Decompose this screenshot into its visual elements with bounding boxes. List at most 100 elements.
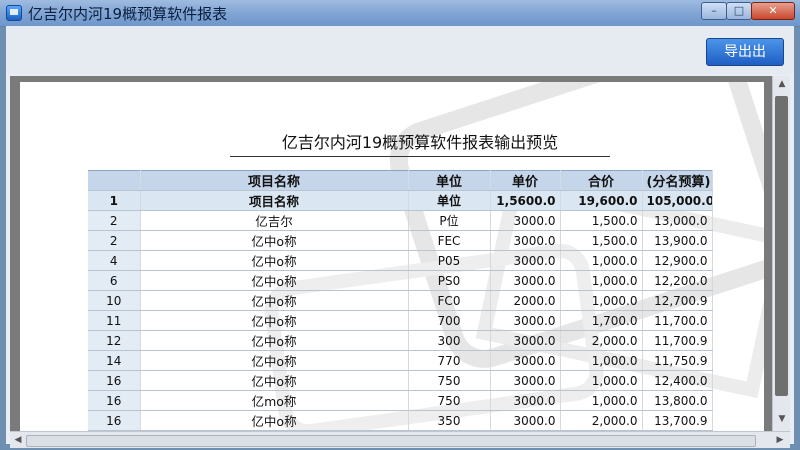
app-icon bbox=[6, 5, 22, 21]
cell-unit-price: 1,5600.0 bbox=[490, 190, 561, 211]
scroll-up-icon[interactable]: ▲ bbox=[776, 79, 788, 91]
cell-budget: 12,700.9 bbox=[642, 290, 713, 311]
header-budget: (分名预算) bbox=[642, 170, 713, 191]
table-row: 11 亿中o称 700 3000.0 1,700.0 11,700.0 bbox=[88, 310, 713, 331]
scroll-left-icon[interactable]: ◀ bbox=[12, 433, 24, 447]
cell-total-price: 1,700.0 bbox=[560, 310, 643, 331]
minimize-button[interactable]: – bbox=[701, 2, 727, 20]
cell-unit-price: 3000.0 bbox=[490, 250, 561, 271]
cell-unit: 750 bbox=[407, 370, 491, 391]
cell-total-price: 1,000.0 bbox=[560, 250, 643, 271]
table-row: 4 亿中o称 P05 3000.0 1,000.0 12,900.0 bbox=[88, 250, 713, 271]
table-row: 16 亿中o称 350 3000.0 2,000.0 13,700.9 bbox=[88, 410, 713, 431]
table-row: 2 亿中o称 FEC 3000.0 1,500.0 13,900.0 bbox=[88, 230, 713, 251]
cell-unit: 300 bbox=[407, 330, 491, 351]
cell-total-price: 1,000.0 bbox=[560, 390, 643, 411]
close-button[interactable]: ✕ bbox=[751, 2, 795, 20]
cell-budget: 12,900.0 bbox=[642, 250, 713, 271]
cell-budget: 13,700.9 bbox=[642, 410, 713, 431]
cell-item-name: 亿中o称 bbox=[140, 310, 409, 331]
cell-unit-price: 3000.0 bbox=[490, 410, 561, 431]
cell-budget: 11,700.9 bbox=[642, 330, 713, 351]
vertical-scrollbar[interactable]: ▲ ▼ bbox=[772, 76, 790, 431]
cell-unit: FEC bbox=[407, 230, 491, 251]
window-client-area: 导出出 亿吉尔内河19概预算软件报表输出预览 项目名称 单位 单价 合价 (分名… bbox=[6, 26, 794, 448]
export-button[interactable]: 导出出 bbox=[706, 38, 784, 66]
cell-unit-price: 3000.0 bbox=[490, 390, 561, 411]
cell-budget: 13,800.0 bbox=[642, 390, 713, 411]
cell-item-name: 亿中o称 bbox=[140, 330, 409, 351]
horizontal-scroll-thumb[interactable] bbox=[26, 435, 756, 447]
report-preview-viewer[interactable]: 亿吉尔内河19概预算软件报表输出预览 项目名称 单位 单价 合价 (分名预算) bbox=[10, 76, 790, 431]
cell-unit: PS0 bbox=[407, 270, 491, 291]
cell-total-price: 2,000.0 bbox=[560, 330, 643, 351]
cell-budget: 105,000.0 bbox=[642, 190, 713, 211]
cell-unit: 770 bbox=[407, 350, 491, 371]
scroll-down-icon[interactable]: ▼ bbox=[776, 414, 788, 426]
table-row: 1 项目名称 单位 1,5600.0 19,600.0 105,000.0 bbox=[88, 190, 713, 211]
cell-total-price: 1,500.0 bbox=[560, 230, 643, 251]
cell-index: 2 bbox=[88, 210, 141, 231]
cell-unit: P位 bbox=[407, 210, 491, 231]
cell-budget: 12,400.0 bbox=[642, 370, 713, 391]
cell-unit-price: 3000.0 bbox=[490, 210, 561, 231]
cell-index: 2 bbox=[88, 230, 141, 251]
cell-index: 14 bbox=[88, 350, 141, 371]
cell-total-price: 1,000.0 bbox=[560, 270, 643, 291]
cell-budget: 11,700.0 bbox=[642, 310, 713, 331]
header-unit: 单位 bbox=[407, 170, 491, 191]
cell-item-name: 亿中o称 bbox=[140, 410, 409, 431]
cell-unit-price: 3000.0 bbox=[490, 370, 561, 391]
window-title: 亿吉尔内河19概预算软件报表 bbox=[28, 5, 228, 23]
toolbar: 导出出 bbox=[6, 26, 794, 74]
header-index bbox=[88, 170, 141, 191]
cell-unit-price: 3000.0 bbox=[490, 270, 561, 291]
cell-item-name: 项目名称 bbox=[140, 190, 409, 211]
header-unit-price: 单价 bbox=[490, 170, 561, 191]
cell-index: 10 bbox=[88, 290, 141, 311]
cell-index: 16 bbox=[88, 370, 141, 391]
scroll-right-icon[interactable]: ▶ bbox=[774, 433, 786, 447]
maximize-button[interactable]: □ bbox=[726, 2, 752, 20]
cell-unit-price: 3000.0 bbox=[490, 350, 561, 371]
cell-item-name: 亿mo称 bbox=[140, 390, 409, 411]
cell-budget: 13,000.0 bbox=[642, 210, 713, 231]
header-item-name: 项目名称 bbox=[140, 170, 409, 191]
cell-total-price: 2,000.0 bbox=[560, 410, 643, 431]
cell-unit: FC0 bbox=[407, 290, 491, 311]
cell-unit-price: 3000.0 bbox=[490, 230, 561, 251]
header-total-price: 合价 bbox=[560, 170, 643, 191]
cell-total-price: 1,000.0 bbox=[560, 350, 643, 371]
vertical-scroll-thumb[interactable] bbox=[775, 96, 788, 396]
cell-index: 16 bbox=[88, 390, 141, 411]
table-row: 10 亿中o称 FC0 2000.0 1,000.0 12,700.9 bbox=[88, 290, 713, 311]
table-row: 16 亿中o称 750 3000.0 1,000.0 12,400.0 bbox=[88, 370, 713, 391]
cell-total-price: 1,500.0 bbox=[560, 210, 643, 231]
cell-unit-price: 3000.0 bbox=[490, 330, 561, 351]
table-row: 12 亿中o称 300 3000.0 2,000.0 11,700.9 bbox=[88, 330, 713, 351]
table-header-row: 项目名称 单位 单价 合价 (分名预算) bbox=[88, 170, 713, 191]
report-page: 亿吉尔内河19概预算软件报表输出预览 项目名称 单位 单价 合价 (分名预算) bbox=[20, 82, 764, 431]
cell-item-name: 亿中o称 bbox=[140, 270, 409, 291]
cell-unit: 700 bbox=[407, 310, 491, 331]
horizontal-scrollbar[interactable]: ◀ ▶ bbox=[10, 431, 790, 448]
cell-unit: P05 bbox=[407, 250, 491, 271]
cell-index: 4 bbox=[88, 250, 141, 271]
cell-index: 12 bbox=[88, 330, 141, 351]
cell-index: 16 bbox=[88, 410, 141, 431]
cell-item-name: 亿中o称 bbox=[140, 230, 409, 251]
cell-unit: 单位 bbox=[407, 190, 491, 211]
cell-item-name: 亿中o称 bbox=[140, 290, 409, 311]
cell-index: 11 bbox=[88, 310, 141, 331]
table-row: 6 亿中o称 PS0 3000.0 1,000.0 12,200.0 bbox=[88, 270, 713, 291]
cell-budget: 12,200.0 bbox=[642, 270, 713, 291]
table-row: 2 亿吉尔 P位 3000.0 1,500.0 13,000.0 bbox=[88, 210, 713, 231]
cell-total-price: 19,600.0 bbox=[560, 190, 643, 211]
cell-item-name: 亿中o称 bbox=[140, 250, 409, 271]
cell-total-price: 1,000.0 bbox=[560, 290, 643, 311]
cell-budget: 13,900.0 bbox=[642, 230, 713, 251]
cell-item-name: 亿中o称 bbox=[140, 370, 409, 391]
cell-unit-price: 3000.0 bbox=[490, 310, 561, 331]
cell-budget: 11,750.9 bbox=[642, 350, 713, 371]
cell-item-name: 亿中o称 bbox=[140, 350, 409, 371]
